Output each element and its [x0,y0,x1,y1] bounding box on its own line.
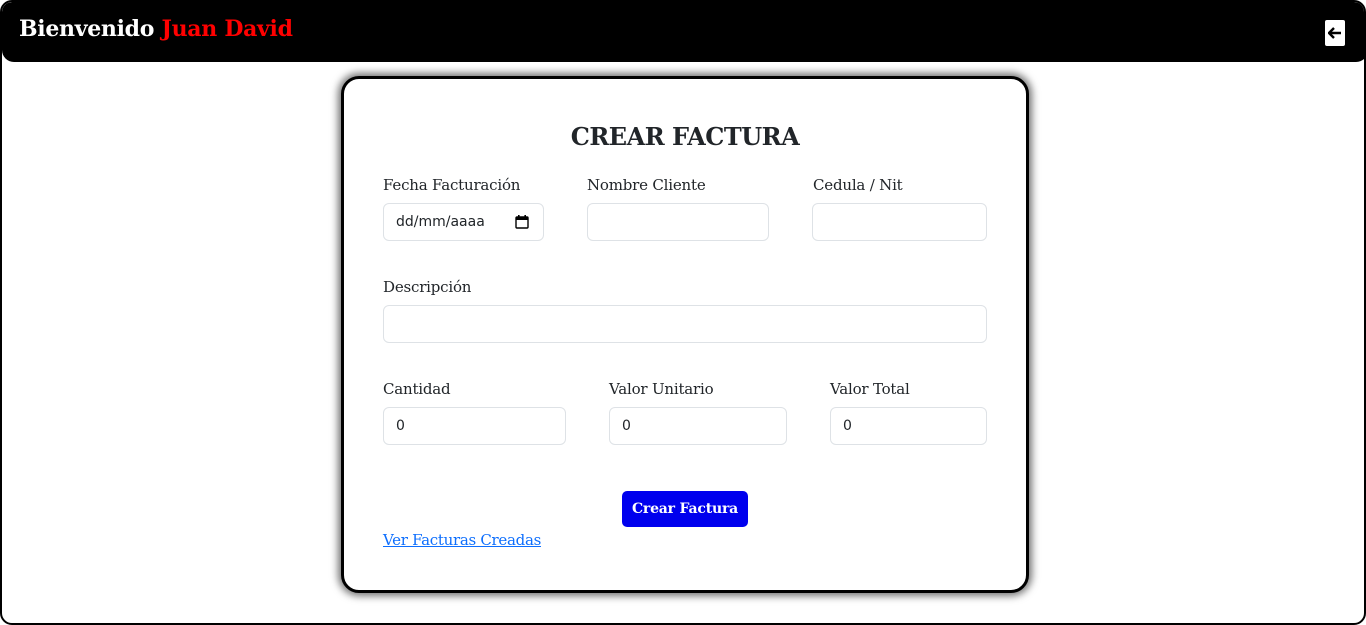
cantidad-label: Cantidad [383,380,451,398]
top-header: Bienvenido Juan David [2,2,1364,62]
descripcion-label: Descripción [383,278,472,296]
ver-facturas-link[interactable]: Ver Facturas Creadas [383,531,541,549]
valor-unitario-label: Valor Unitario [609,380,714,398]
nombre-label: Nombre Cliente [587,176,706,194]
user-name: Juan David [161,16,293,42]
welcome-title: Bienvenido Juan David [19,16,293,42]
valor-total-input[interactable]: 0 [830,407,987,445]
cedula-input[interactable] [812,203,987,241]
valor-unitario-input[interactable]: 0 [609,407,787,445]
nombre-input[interactable] [587,203,769,241]
cedula-label: Cedula / Nit [813,176,903,194]
fecha-input[interactable]: dd/mm/aaaa [383,203,544,241]
arrow-left-icon [1328,27,1341,39]
valor-total-label: Valor Total [830,380,910,398]
fecha-label: Fecha Facturación [383,176,521,194]
form-title: CREAR FACTURA [570,122,800,151]
logout-button[interactable] [1325,20,1345,46]
welcome-greeting: Bienvenido [19,16,155,42]
invoice-form-card: CREAR FACTURA Fecha Facturación dd/mm/aa… [341,76,1029,593]
crear-factura-button[interactable]: Crear Factura [622,491,748,527]
cantidad-input[interactable]: 0 [383,407,566,445]
descripcion-input[interactable] [383,305,987,343]
calendar-icon[interactable] [515,215,529,229]
app-frame: Bienvenido Juan David CREAR FACTURA Fech… [0,0,1366,625]
fecha-placeholder: dd/mm/aaaa [396,214,485,230]
